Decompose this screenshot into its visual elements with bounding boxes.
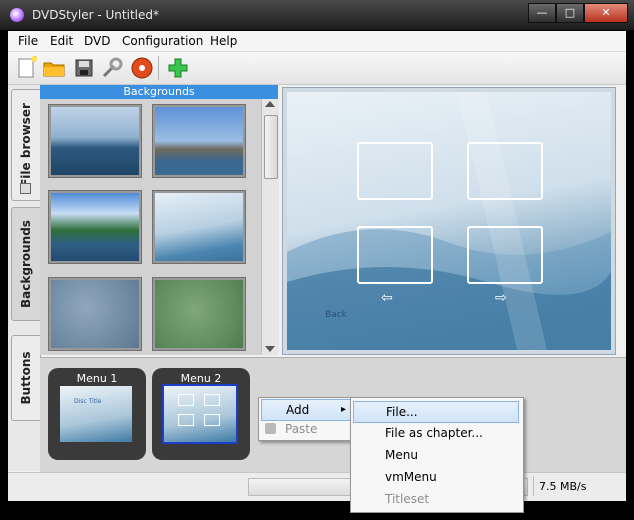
menu-card-1[interactable]: Menu 1 Disc Title bbox=[48, 368, 146, 460]
menu-canvas[interactable]: ⇦ ⇨ Back bbox=[287, 92, 611, 350]
status-bar: 7.5 MB/s bbox=[8, 472, 626, 501]
previous-arrow-button[interactable]: ⇦ bbox=[381, 290, 393, 306]
paste-clipboard-icon bbox=[265, 423, 276, 434]
maximize-button[interactable]: □ bbox=[556, 3, 584, 23]
tab-file-browser-label: File browser bbox=[19, 103, 33, 187]
menu-card-2-box bbox=[178, 394, 194, 406]
menu-card-2-box bbox=[204, 394, 220, 406]
context-item-add-label: Add bbox=[286, 403, 310, 417]
menu-card-1-thumb: Disc Title bbox=[60, 386, 132, 442]
tab-backgrounds[interactable]: Backgrounds bbox=[11, 207, 41, 321]
submenu-item-titleset-label: Titleset bbox=[385, 492, 430, 506]
save-icon[interactable] bbox=[72, 56, 96, 80]
menu-configuration[interactable]: Configuration bbox=[122, 34, 203, 48]
dvdstyler-app-icon bbox=[10, 8, 24, 22]
backgrounds-panel: Backgrounds bbox=[40, 85, 279, 355]
menu-card-2-box bbox=[178, 414, 194, 426]
app-window: DVDStyler - Untitled* — □ ✕ File Edit DV… bbox=[0, 0, 634, 520]
open-folder-icon[interactable] bbox=[42, 56, 66, 80]
tab-buttons-label: Buttons bbox=[19, 351, 33, 405]
scroll-down-arrow-icon[interactable] bbox=[265, 346, 275, 352]
menu-file[interactable]: File bbox=[18, 34, 38, 48]
status-speed: 7.5 MB/s bbox=[539, 480, 587, 493]
submenu-arrow-icon: ▸ bbox=[340, 404, 346, 415]
backgrounds-header: Backgrounds bbox=[40, 85, 278, 99]
submenu-item-file-as-chapter[interactable]: File as chapter... bbox=[353, 423, 517, 443]
new-document-icon[interactable] bbox=[14, 55, 38, 80]
toolbar-separator bbox=[158, 56, 159, 80]
submenu-item-menu-label: Menu bbox=[385, 448, 418, 462]
tab-buttons[interactable]: Buttons bbox=[11, 335, 41, 421]
menu-card-2-box bbox=[204, 414, 220, 426]
submenu-item-vmmenu-label: vmMenu bbox=[385, 470, 437, 484]
submenu-item-file-label: File... bbox=[386, 405, 418, 419]
scroll-up-arrow-icon[interactable] bbox=[265, 101, 275, 107]
side-tabs: File browser Backgrounds Buttons bbox=[8, 85, 41, 471]
submenu-item-vmmenu[interactable]: vmMenu bbox=[353, 467, 517, 487]
context-item-paste-label: Paste bbox=[285, 422, 318, 436]
submenu-item-titleset[interactable]: Titleset bbox=[353, 489, 517, 509]
submenu-item-file[interactable]: File... bbox=[353, 401, 519, 423]
menu-bar: File Edit DVD Configuration Help bbox=[8, 31, 626, 52]
context-item-paste[interactable]: Paste bbox=[261, 419, 351, 439]
back-label[interactable]: Back bbox=[325, 310, 347, 320]
menu-card-2-thumb bbox=[162, 384, 238, 444]
background-thumb-6[interactable] bbox=[152, 277, 246, 351]
menu-button-1[interactable] bbox=[357, 142, 433, 200]
status-divider bbox=[533, 476, 534, 496]
tab-backgrounds-label: Backgrounds bbox=[19, 220, 33, 308]
menu-card-2[interactable]: Menu 2 bbox=[152, 368, 250, 460]
context-item-add[interactable]: Add ▸ bbox=[261, 399, 351, 421]
menu-dvd[interactable]: DVD bbox=[84, 34, 110, 48]
menu-button-2[interactable] bbox=[467, 142, 543, 200]
background-thumb-1[interactable] bbox=[48, 104, 142, 178]
menu-button-3[interactable] bbox=[357, 226, 433, 284]
background-thumb-5[interactable] bbox=[48, 277, 142, 351]
settings-wrench-icon[interactable] bbox=[100, 56, 124, 80]
add-plus-icon[interactable] bbox=[166, 56, 190, 80]
minimize-button[interactable]: — bbox=[528, 3, 556, 23]
file-browser-tab-icon bbox=[20, 183, 31, 194]
submenu-item-file-as-chapter-label: File as chapter... bbox=[385, 426, 483, 440]
window-title: DVDStyler - Untitled* bbox=[32, 8, 159, 22]
background-thumb-4[interactable] bbox=[152, 190, 246, 264]
context-submenu: File... File as chapter... Menu vmMenu T… bbox=[350, 397, 524, 513]
burn-dvd-icon[interactable] bbox=[130, 56, 154, 80]
submenu-item-menu[interactable]: Menu bbox=[353, 445, 517, 465]
close-button[interactable]: ✕ bbox=[584, 3, 628, 23]
backgrounds-scrollbar[interactable] bbox=[261, 99, 279, 355]
background-thumb-2[interactable] bbox=[152, 104, 246, 178]
title-bar[interactable]: DVDStyler - Untitled* — □ ✕ bbox=[0, 0, 634, 30]
next-arrow-button[interactable]: ⇨ bbox=[495, 290, 507, 306]
toolbar bbox=[8, 52, 626, 85]
menu-card-1-label: Menu 1 bbox=[76, 372, 118, 385]
menu-card-1-title: Disc Title bbox=[74, 398, 102, 405]
menu-preview: ⇦ ⇨ Back bbox=[282, 87, 616, 355]
scroll-thumb[interactable] bbox=[264, 115, 278, 179]
menu-help[interactable]: Help bbox=[210, 34, 237, 48]
context-menu: Add ▸ Paste bbox=[258, 397, 354, 441]
menu-button-4[interactable] bbox=[467, 226, 543, 284]
background-thumb-3[interactable] bbox=[48, 190, 142, 264]
menu-edit[interactable]: Edit bbox=[50, 34, 73, 48]
